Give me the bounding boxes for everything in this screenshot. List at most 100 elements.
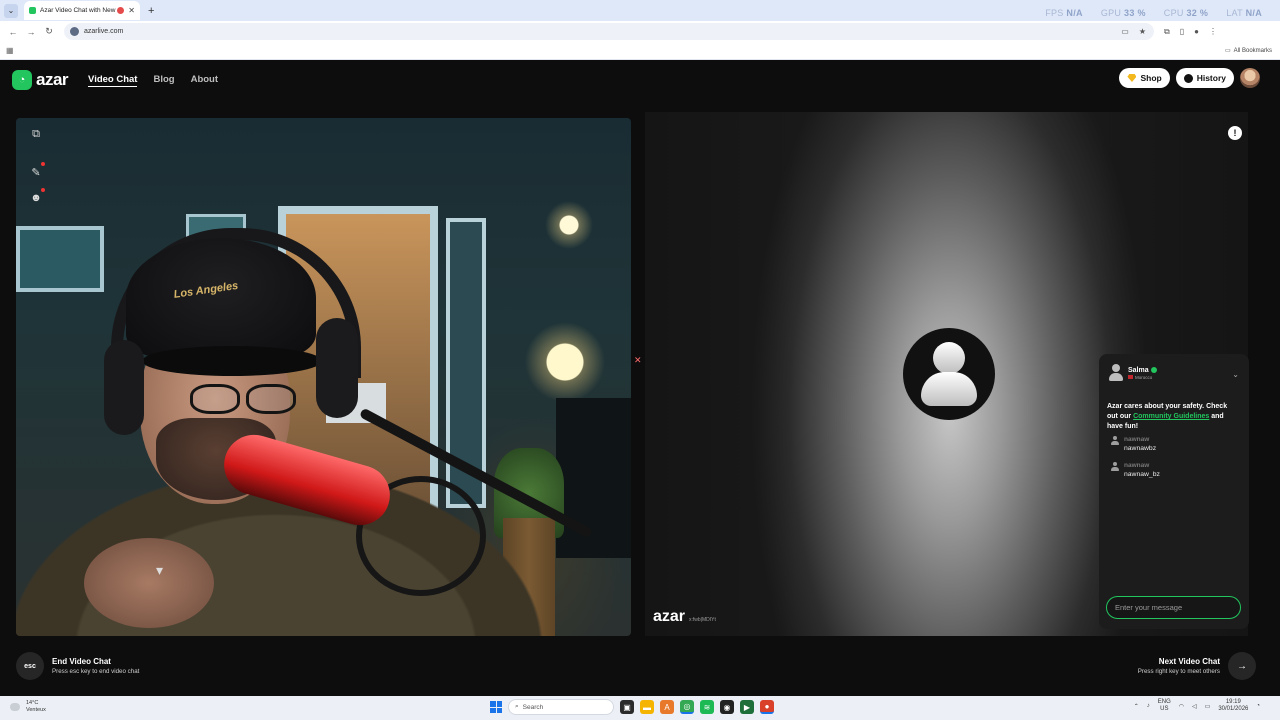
headphone-right: [316, 318, 358, 418]
camera-switch-icon: ⧉: [32, 127, 40, 140]
tab-close-icon[interactable]: ✕: [128, 6, 135, 15]
new-tab-button[interactable]: +: [148, 5, 154, 17]
menu-kebab-icon[interactable]: ⋮: [1209, 27, 1217, 37]
partner-country: Morocco: [1135, 374, 1153, 380]
nav-about[interactable]: About: [191, 74, 218, 87]
all-bookmarks-button[interactable]: ▭ All Bookmarks: [1225, 47, 1280, 55]
morocco-flag-icon: [1128, 375, 1133, 379]
chat-collapse-chevron-icon[interactable]: ⌄: [1232, 370, 1239, 379]
partner-country-row: Morocco: [1128, 375, 1157, 380]
task-view-icon[interactable]: ▣: [620, 700, 634, 714]
app-disc-icon[interactable]: ◉: [720, 700, 734, 714]
search-icon: ⌕: [515, 703, 519, 710]
profile-icon[interactable]: ●: [1194, 27, 1199, 37]
browser-toolbar: ← → ↻ azarlive.com ▭ ★ ⧉ ▯ ● ⋮: [0, 21, 1280, 42]
safety-notice: Azar cares about your safety. Check out …: [1107, 402, 1237, 432]
partner-name-row: Salma: [1128, 367, 1157, 374]
fps-readout: FPS N/A: [1045, 8, 1083, 18]
taskbar-apps: ⌕ Search ▣ ▬ A ◎ ≋ ◉ ▶ ●: [490, 699, 774, 715]
microphone-icon[interactable]: ♪: [1147, 703, 1150, 709]
gpu-readout: GPU 33 %: [1100, 8, 1146, 18]
notifications-bell-icon[interactable]: ◔: [1256, 703, 1260, 709]
reload-icon[interactable]: ↻: [42, 26, 56, 37]
wifi-icon[interactable]: ◠: [1179, 703, 1184, 710]
magic-wand-icon: ✎: [31, 166, 41, 179]
headphone-left: [104, 340, 144, 435]
browser-tab-azar[interactable]: Azar Video Chat with New ✕: [24, 1, 140, 20]
effects-button[interactable]: ✎: [28, 162, 45, 180]
split-view-icon[interactable]: ▯: [1180, 27, 1184, 37]
lang-region: US: [1160, 706, 1169, 712]
taskbar-search[interactable]: ⌕ Search: [508, 699, 614, 715]
tab-search-icon[interactable]: ⌄: [4, 3, 18, 18]
spotify-icon[interactable]: ≋: [700, 700, 714, 714]
terminal-icon[interactable]: ▶: [740, 700, 754, 714]
taskbar-clock[interactable]: 19:19 30/01/2026: [1218, 699, 1248, 713]
history-button[interactable]: History: [1175, 68, 1234, 88]
weather-temp: 14°C: [26, 700, 39, 706]
message-text: nawnaw_bz: [1124, 471, 1160, 478]
cap-brim: [142, 346, 322, 376]
end-video-chat-control[interactable]: esc End Video Chat Press esc key to end …: [16, 652, 139, 680]
history-label: History: [1196, 73, 1226, 83]
cast-icon[interactable]: ▭: [1121, 27, 1129, 36]
user-avatar[interactable]: [1240, 68, 1260, 88]
recording-indicator-icon: [117, 7, 125, 14]
end-chat-hint: Press esc key to end video chat: [52, 668, 140, 675]
tray-chevron-icon[interactable]: ⌃: [1134, 703, 1139, 710]
shop-label: Shop: [1140, 73, 1162, 83]
watermark-logo: azar: [653, 608, 686, 625]
url-text: azarlive.com: [84, 28, 124, 35]
partner-placeholder-avatar: [903, 328, 995, 420]
language-indicator[interactable]: ENG US: [1158, 699, 1171, 713]
person-hand: [84, 538, 214, 628]
next-video-chat-control[interactable]: Next Video Chat Press right key to meet …: [1138, 652, 1256, 680]
partner-avatar-icon: [1109, 364, 1123, 382]
volume-icon[interactable]: ◁: [1192, 703, 1197, 710]
bookmark-star-icon[interactable]: ★: [1139, 27, 1146, 36]
next-chat-title: Next Video Chat: [1158, 657, 1220, 666]
lang-code: ENG: [1157, 699, 1171, 705]
apps-grid-icon[interactable]: ▦: [6, 46, 14, 55]
forward-icon[interactable]: →: [24, 27, 38, 37]
all-bookmarks-label: All Bookmarks: [1233, 47, 1272, 54]
chat-message-input[interactable]: [1106, 596, 1241, 619]
app-a-icon[interactable]: A: [660, 700, 674, 714]
weather-widget[interactable]: 14°C Venteux: [26, 700, 46, 714]
camera-switch-button[interactable]: ⧉: [28, 126, 44, 142]
cpu-readout: CPU 32 %: [1163, 8, 1209, 18]
chrome-icon[interactable]: ◎: [680, 700, 694, 714]
nav-video-chat[interactable]: Video Chat: [88, 74, 138, 87]
end-chat-title: End Video Chat: [52, 657, 111, 666]
obs-recording-icon[interactable]: ●: [760, 700, 774, 714]
uk-flag-icon: ✕: [634, 355, 642, 365]
glasses-left: [190, 384, 240, 414]
address-bar[interactable]: azarlive.com ▭ ★: [64, 23, 1154, 40]
system-tray: ⌃ ♪ ENG US ◠ ◁ ▭ 19:19 30/01/2026 ◔: [1134, 699, 1260, 713]
arrow-right-icon: →: [1237, 660, 1247, 672]
next-arrow-button[interactable]: →: [1228, 652, 1256, 680]
message-sender: nawnaw: [1124, 436, 1150, 443]
windows-start-icon[interactable]: [490, 701, 502, 713]
sender-avatar-icon: [1111, 436, 1119, 446]
search-placeholder: Search: [522, 703, 544, 711]
azar-logo[interactable]: ◔ azar: [12, 70, 69, 90]
community-guidelines-link[interactable]: Community Guidelines: [1133, 413, 1209, 420]
site-info-icon[interactable]: [70, 27, 79, 36]
clock-time: 19:19: [1225, 699, 1241, 705]
notification-dot: [41, 162, 45, 166]
message-text: nawnawbz: [1124, 445, 1157, 452]
file-explorer-icon[interactable]: ▬: [640, 700, 654, 714]
battery-icon[interactable]: ▭: [1205, 703, 1211, 710]
azar-logo-text: azar: [36, 70, 69, 89]
nav-blog[interactable]: Blog: [153, 74, 174, 87]
chat-panel: Salma Morocco ⌄ Azar cares about your sa…: [1099, 354, 1249, 629]
chat-message: nawnaw nawnawbz: [1111, 436, 1156, 452]
shop-button[interactable]: Shop: [1119, 68, 1170, 88]
mask-face-icon: ☻: [30, 192, 42, 204]
mask-button[interactable]: ☻: [28, 188, 45, 206]
report-shield-icon[interactable]: !: [1228, 126, 1242, 140]
back-icon[interactable]: ←: [6, 27, 20, 37]
extensions-icon[interactable]: ⧉: [1164, 27, 1170, 37]
esc-key-button[interactable]: esc: [16, 652, 44, 680]
